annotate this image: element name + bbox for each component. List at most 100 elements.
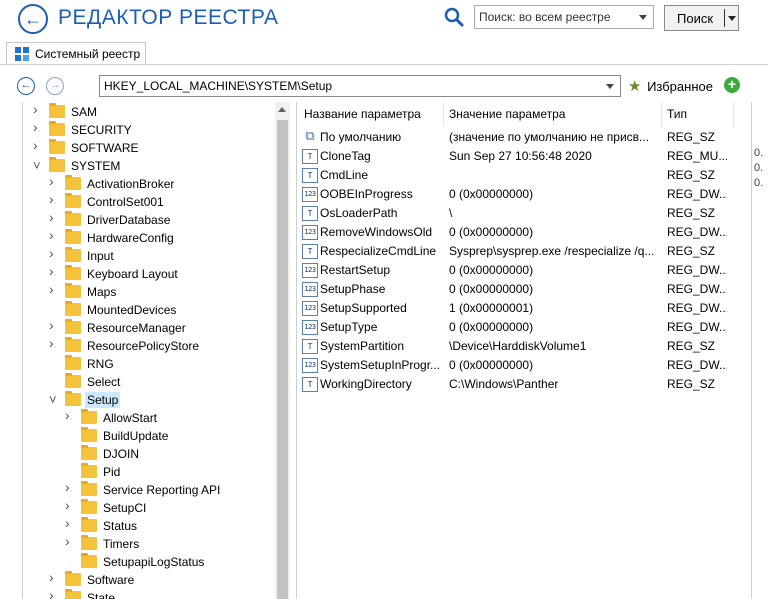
value-row[interactable]: 123 SetupPhase 0 (0x00000000) REG_DW... <box>297 280 751 299</box>
back-nav-icon[interactable]: ← <box>17 77 35 95</box>
address-bar[interactable]: HKEY_LOCAL_MACHINE\SYSTEM\Setup <box>99 75 621 97</box>
column-divider[interactable] <box>733 102 734 126</box>
tree-item[interactable]: › Service Reporting API <box>65 480 290 499</box>
chevron-right-icon[interactable]: › <box>33 138 43 152</box>
tree-item[interactable]: ˅ Setup <box>49 391 289 409</box>
chevron-right-icon[interactable]: › <box>49 228 59 242</box>
chevron-right-icon[interactable]: › <box>49 282 59 296</box>
tree-item[interactable]: › Maps <box>49 282 289 301</box>
chevron-down-icon[interactable]: ˅ <box>49 393 59 406</box>
tree-item[interactable]: › SetupCI <box>65 498 290 517</box>
tree-item[interactable]: ˅ SYSTEM <box>33 157 273 175</box>
chevron-right-icon[interactable]: › <box>65 516 75 530</box>
tree-item-label: Pid <box>103 465 121 479</box>
search-input[interactable]: Поиск: во всем реестре <box>474 5 654 29</box>
value-row[interactable]: T CloneTag Sun Sep 27 10:56:48 2020 REG_MU.… <box>297 147 751 166</box>
tree-item[interactable]: › Input <box>49 246 289 265</box>
tree-item[interactable]: DJOIN <box>65 445 290 463</box>
chevron-right-icon[interactable]: › <box>65 534 75 548</box>
tree-item[interactable]: SetupapiLogStatus <box>65 553 290 571</box>
chevron-down-icon[interactable] <box>728 16 736 21</box>
chevron-right-icon[interactable]: › <box>33 120 43 134</box>
chevron-right-icon[interactable]: › <box>65 498 75 512</box>
default-value-icon: ⧉ <box>302 130 318 145</box>
add-favorite-icon[interactable]: + <box>724 77 740 93</box>
no-expander <box>65 448 75 460</box>
chevron-right-icon[interactable]: › <box>33 102 43 116</box>
chevron-right-icon[interactable]: › <box>49 318 59 332</box>
tree-item[interactable]: MountedDevices <box>49 301 289 319</box>
tree-item[interactable]: RNG <box>49 355 289 373</box>
column-header-value[interactable]: Значение параметра <box>449 107 565 121</box>
value-row[interactable]: 123 RemoveWindowsOld 0 (0x00000000) REG_DW.… <box>297 223 751 242</box>
value-row[interactable]: 123 RestartSetup 0 (0x00000000) REG_DW... <box>297 261 751 280</box>
chevron-right-icon[interactable]: › <box>65 408 75 422</box>
tree-item[interactable]: › DriverDatabase <box>49 210 289 229</box>
value-data: 0 (0x00000000) <box>449 282 534 296</box>
scroll-up-icon[interactable] <box>278 107 286 112</box>
tree-item[interactable]: Pid <box>65 463 290 481</box>
value-name: По умолчанию <box>320 130 402 144</box>
no-expander <box>49 376 59 388</box>
search-button[interactable]: Поиск <box>664 5 739 31</box>
value-row[interactable]: T OsLoaderPath \ REG_SZ <box>297 204 751 223</box>
tree-item[interactable]: › ResourceManager <box>49 318 289 337</box>
value-type: REG_SZ <box>667 130 716 144</box>
tree-item[interactable]: › Software <box>49 570 289 589</box>
tree-item[interactable]: › Timers <box>65 534 290 553</box>
scroll-thumb[interactable] <box>277 120 288 599</box>
search-icon[interactable] <box>443 6 465 28</box>
tree-item-label: DJOIN <box>103 447 139 461</box>
chevron-right-icon[interactable]: › <box>49 588 59 599</box>
column-header-name[interactable]: Название параметра <box>304 107 421 121</box>
tree-item[interactable]: › SAM <box>33 102 273 121</box>
back-arrow-icon[interactable]: ← <box>18 4 48 34</box>
column-header-type[interactable]: Тип <box>667 107 687 121</box>
favorites-button[interactable]: ★ Избранное <box>628 77 713 95</box>
registry-tree[interactable]: › SAM › SECURITY › SOFTWARE ˅ SYSTEM › Activation… <box>22 102 290 599</box>
tab-system-registry[interactable]: Системный реестр <box>6 42 146 65</box>
chevron-right-icon[interactable]: › <box>49 174 59 188</box>
tree-item-label: ControlSet001 <box>87 195 164 209</box>
column-divider[interactable] <box>661 102 662 126</box>
tree-item[interactable]: › ActivationBroker <box>49 174 289 193</box>
chevron-right-icon[interactable]: › <box>65 480 75 494</box>
tree-item-label: SetupCI <box>103 501 147 515</box>
chevron-right-icon[interactable]: › <box>49 210 59 224</box>
folder-icon <box>65 175 81 190</box>
chevron-right-icon[interactable]: › <box>49 570 59 584</box>
tree-item[interactable]: › Keyboard Layout <box>49 264 289 283</box>
value-row[interactable]: T SystemPartition \Device\HarddiskVolume1 R… <box>297 337 751 356</box>
tree-scrollbar[interactable] <box>275 102 290 599</box>
forward-nav-icon[interactable]: → <box>46 77 64 95</box>
value-row[interactable]: 123 SetupSupported 1 (0x00000001) REG_DW... <box>297 299 751 318</box>
value-name: RespecializeCmdLine <box>320 244 437 258</box>
tree-item[interactable]: › SECURITY <box>33 120 273 139</box>
tree-item[interactable]: Select <box>49 373 289 391</box>
column-divider[interactable] <box>443 102 444 126</box>
tree-item[interactable]: › ControlSet001 <box>49 192 289 211</box>
value-row[interactable]: T CmdLine REG_SZ <box>297 166 751 185</box>
value-row[interactable]: 123 SetupType 0 (0x00000000) REG_DW... <box>297 318 751 337</box>
favorites-star-icon: ★ <box>628 78 642 95</box>
value-data: 0 (0x00000000) <box>449 358 534 372</box>
chevron-right-icon[interactable]: › <box>49 264 59 278</box>
value-row[interactable]: ⧉ По умолчанию (значение по умолчанию не п… <box>297 128 751 147</box>
value-row[interactable]: 123 OOBEInProgress 0 (0x00000000) REG_DW... <box>297 185 751 204</box>
chevron-right-icon[interactable]: › <box>49 336 59 350</box>
tree-item[interactable]: › SOFTWARE <box>33 138 273 157</box>
string-value-icon: T <box>302 377 318 392</box>
chevron-down-icon[interactable]: ˅ <box>33 159 43 172</box>
chevron-right-icon[interactable]: › <box>49 246 59 260</box>
value-row[interactable]: T RespecializeCmdLine Sysprep\sysprep.exe … <box>297 242 751 261</box>
tree-item[interactable]: › Status <box>65 516 290 535</box>
chevron-right-icon[interactable]: › <box>49 192 59 206</box>
tree-item[interactable]: › ResourcePolicyStore <box>49 336 289 355</box>
tree-item[interactable]: › AllowStart <box>65 408 290 427</box>
tree-item[interactable]: › State <box>49 588 289 599</box>
clipped-text-line: 0. <box>754 147 764 159</box>
value-row[interactable]: T WorkingDirectory C:\Windows\Panther REG_S… <box>297 375 751 394</box>
tree-item[interactable]: › HardwareConfig <box>49 228 289 247</box>
tree-item[interactable]: BuildUpdate <box>65 427 290 445</box>
value-row[interactable]: 123 SystemSetupInProgr... 0 (0x00000000) RE… <box>297 356 751 375</box>
